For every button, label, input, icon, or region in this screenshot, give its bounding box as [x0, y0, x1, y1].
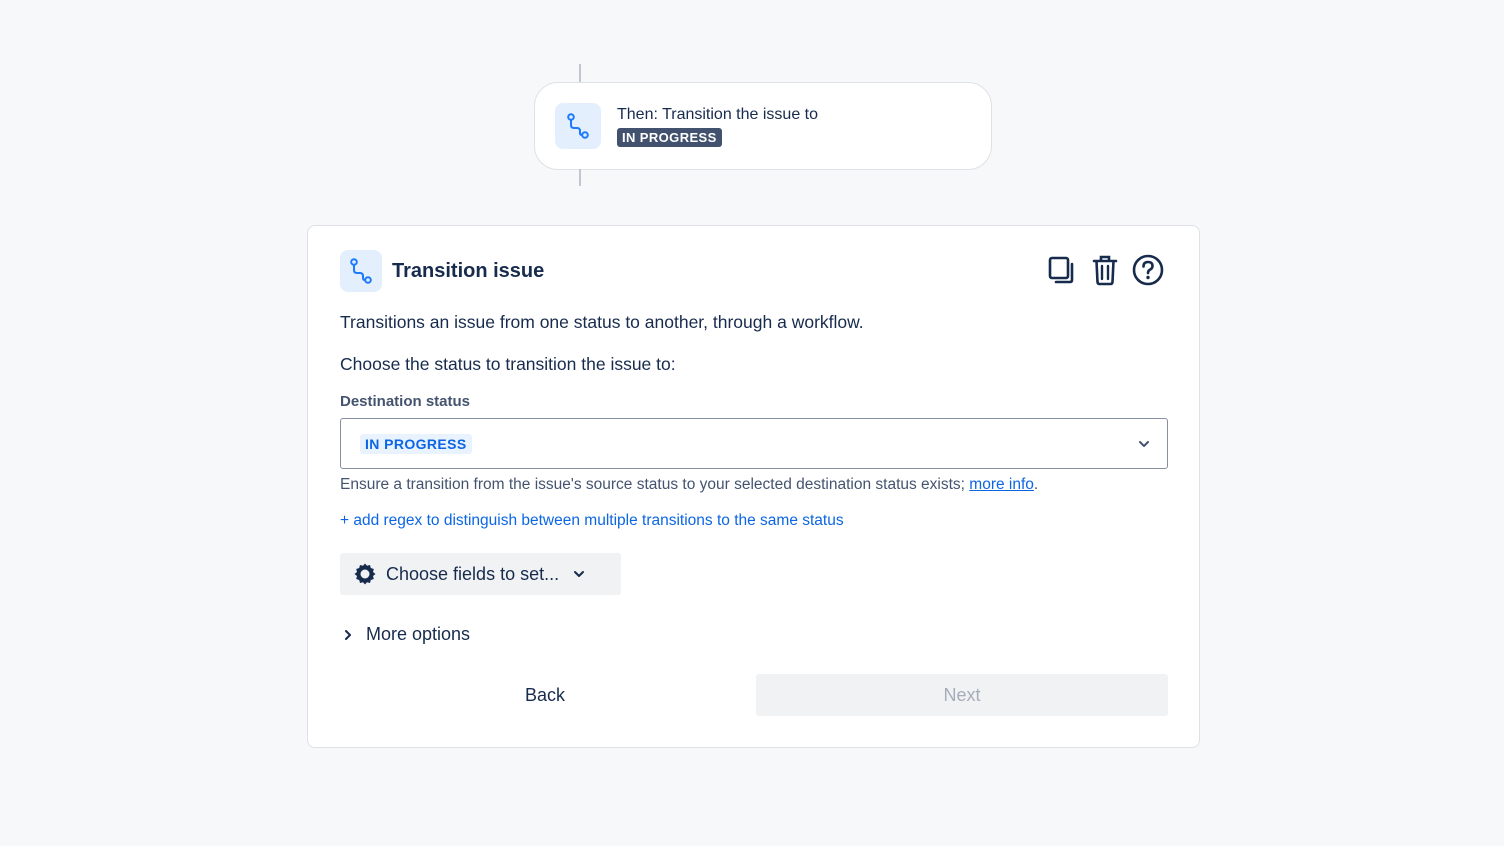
more-options-label: More options: [366, 624, 471, 644]
help-button[interactable]: [1131, 252, 1165, 288]
trash-icon: [1092, 255, 1118, 286]
rule-step-card[interactable]: Then: Transition the issue to IN PROGRES…: [534, 82, 992, 170]
delete-button[interactable]: [1088, 252, 1122, 288]
helper-text: Ensure a transition from the issue's sou…: [340, 476, 970, 493]
help-icon: [1132, 254, 1164, 286]
duplicate-button[interactable]: [1045, 252, 1079, 288]
gear-icon: [354, 563, 376, 585]
transition-icon: [340, 250, 382, 292]
more-options-toggle[interactable]: More options: [342, 624, 470, 645]
chevron-down-icon: [1139, 441, 1149, 447]
more-info-link[interactable]: more info: [969, 476, 1034, 493]
choose-fields-button[interactable]: Choose fields to set...: [340, 553, 621, 595]
destination-status-value: IN PROGRESS: [360, 433, 472, 454]
choose-status-prompt: Choose the status to transition the issu…: [340, 354, 676, 374]
destination-helper-text: Ensure a transition from the issue's sou…: [340, 476, 1038, 494]
chevron-right-icon: [345, 629, 351, 640]
panel-description: Transitions an issue from one status to …: [340, 312, 864, 332]
panel-title: Transition issue: [392, 259, 545, 282]
flow-connector-bottom: [579, 169, 581, 186]
panel-header: Transition issue: [340, 250, 544, 292]
destination-status-label: Destination status: [340, 393, 471, 410]
panel-actions: [1045, 252, 1165, 288]
transition-issue-panel: Transition issue Transitions an issue fr…: [307, 225, 1200, 748]
back-button[interactable]: Back: [340, 674, 750, 716]
add-regex-link[interactable]: + add regex to distinguish between multi…: [340, 512, 844, 530]
next-button[interactable]: Next: [756, 674, 1168, 716]
transition-icon: [555, 103, 601, 149]
choose-fields-label: Choose fields to set...: [386, 563, 560, 584]
flow-connector-top: [579, 64, 581, 82]
chevron-down-icon: [574, 571, 585, 577]
step-title: Then: Transition the issue to: [617, 106, 818, 123]
duplicate-icon: [1048, 256, 1074, 284]
step-status-lozenge: IN PROGRESS: [617, 128, 722, 147]
destination-status-select[interactable]: IN PROGRESS: [340, 418, 1168, 469]
helper-suffix: .: [1033, 476, 1039, 493]
